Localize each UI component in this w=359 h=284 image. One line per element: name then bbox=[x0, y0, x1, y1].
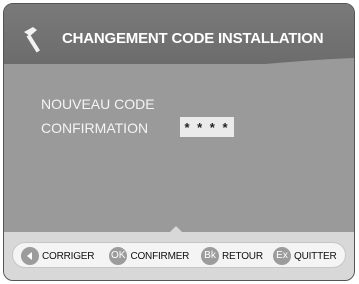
button-bar: CORRIGER OK CONFIRMER Bk RETOUR Ex QUITT… bbox=[12, 242, 346, 268]
quitter-button[interactable]: Ex QUITTER bbox=[273, 247, 337, 265]
confirmer-label: CONFIRMER bbox=[130, 250, 190, 262]
footer: CORRIGER OK CONFIRMER Bk RETOUR Ex QUITT… bbox=[4, 226, 354, 280]
retour-label: RETOUR bbox=[222, 250, 263, 262]
new-code-label: NOUVEAU CODE bbox=[41, 96, 155, 112]
hammer-icon bbox=[24, 27, 40, 53]
confirmation-code-field[interactable]: * * * * bbox=[180, 117, 234, 137]
confirmation-label: CONFIRMATION bbox=[41, 120, 149, 136]
retour-button[interactable]: Bk RETOUR bbox=[201, 247, 263, 265]
confirmer-button[interactable]: OK CONFIRMER bbox=[109, 247, 189, 265]
exit-key-icon: Ex bbox=[273, 247, 291, 265]
header: CHANGEMENT CODE INSTALLATION bbox=[4, 4, 354, 64]
left-arrow-icon bbox=[21, 247, 39, 265]
corriger-label: CORRIGER bbox=[42, 250, 95, 262]
page-title: CHANGEMENT CODE INSTALLATION bbox=[62, 30, 324, 47]
quitter-label: QUITTER bbox=[294, 250, 337, 262]
back-key-icon: Bk bbox=[201, 247, 219, 265]
menu-screen: CHANGEMENT CODE INSTALLATION NOUVEAU COD… bbox=[3, 3, 355, 281]
ok-key-icon: OK bbox=[109, 247, 128, 265]
corriger-button[interactable]: CORRIGER bbox=[21, 247, 94, 265]
footer-notch bbox=[170, 226, 182, 232]
main-area: NOUVEAU CODE CONFIRMATION * * * * bbox=[4, 64, 354, 232]
